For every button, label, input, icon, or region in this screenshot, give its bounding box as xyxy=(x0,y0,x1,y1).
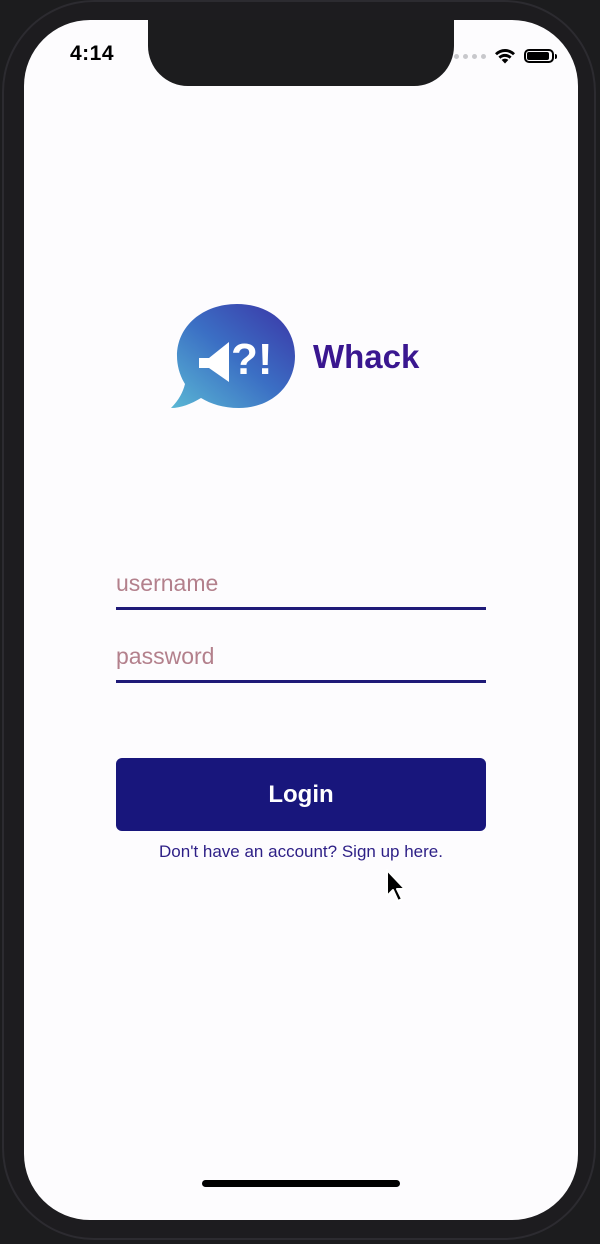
logo-glyph: ?! xyxy=(231,335,273,384)
cellular-signal-icon xyxy=(454,53,486,59)
password-field[interactable] xyxy=(116,633,486,683)
wifi-icon xyxy=(495,48,515,64)
app-name: Whack xyxy=(313,338,420,375)
status-indicators xyxy=(454,48,557,64)
notch xyxy=(148,20,454,86)
username-field[interactable] xyxy=(116,560,486,610)
login-button[interactable]: Login xyxy=(116,758,486,831)
mouse-cursor-icon xyxy=(386,869,406,902)
home-indicator[interactable] xyxy=(202,1180,400,1187)
status-time: 4:14 xyxy=(70,42,115,65)
signup-link[interactable]: Don't have an account? Sign up here. xyxy=(116,842,486,862)
megaphone-speech-bubble-icon: ?! xyxy=(171,304,295,408)
phone-screen: 4:14 ?! Whack username Login Don't have … xyxy=(24,20,578,1220)
device-frame: 4:14 ?! Whack username Login Don't have … xyxy=(0,0,600,1244)
battery-icon xyxy=(524,49,557,63)
